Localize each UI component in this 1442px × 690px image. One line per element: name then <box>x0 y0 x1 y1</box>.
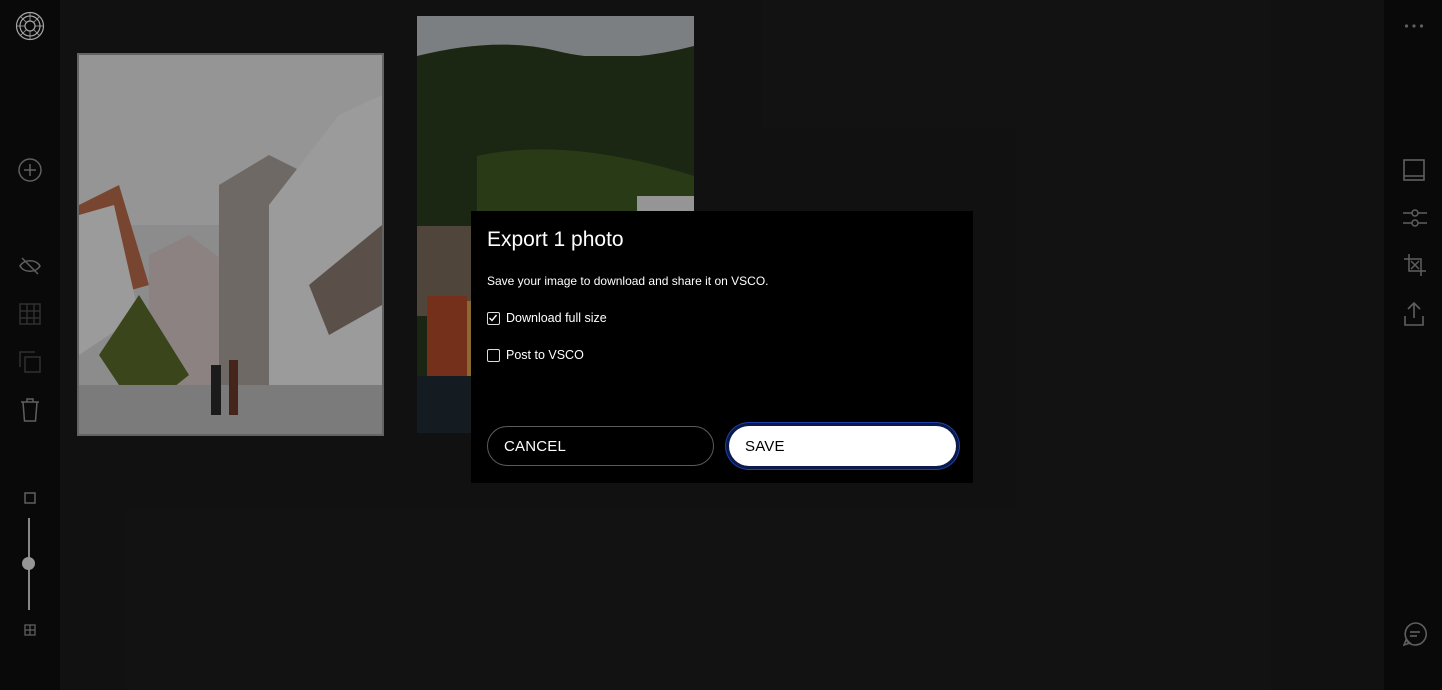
export-dialog: Export 1 photo Save your image to downlo… <box>471 211 973 483</box>
checkbox-checked-icon[interactable] <box>487 311 500 325</box>
post-to-vsco-label: Post to VSCO <box>506 348 584 362</box>
save-button[interactable]: SAVE <box>729 426 956 466</box>
download-full-size-option[interactable]: Download full size <box>487 311 607 325</box>
dialog-title: Export 1 photo <box>487 228 624 251</box>
checkbox-unchecked-icon[interactable] <box>487 348 500 362</box>
cancel-button[interactable]: CANCEL <box>487 426 714 466</box>
download-full-size-label: Download full size <box>506 311 607 325</box>
post-to-vsco-option[interactable]: Post to VSCO <box>487 348 584 362</box>
dialog-description: Save your image to download and share it… <box>487 274 769 288</box>
